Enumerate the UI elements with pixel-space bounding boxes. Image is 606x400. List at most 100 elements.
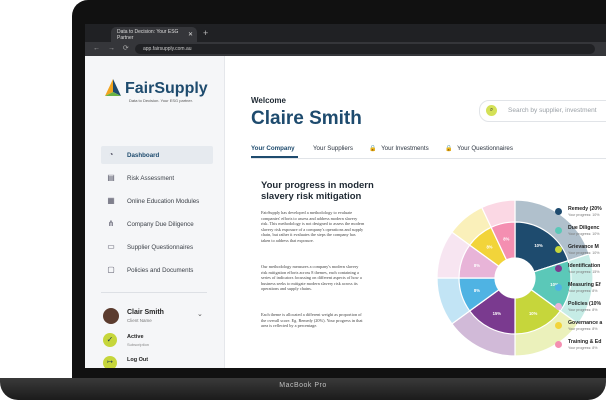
legend-swatch bbox=[555, 227, 562, 234]
close-icon[interactable]: ✕ bbox=[188, 31, 193, 38]
sidebar-item-label: Dashboard bbox=[127, 151, 160, 159]
status-label: Active bbox=[127, 334, 144, 340]
sidebar-item-label: Online Education Modules bbox=[127, 197, 200, 205]
tab-label: Your Investments bbox=[381, 145, 429, 152]
legend-item: Remedy (20% Your progress: 10% bbox=[555, 206, 606, 225]
legend-item: Grievance M Your progress: 10% bbox=[555, 244, 606, 263]
legend-sub: Your progress: 8% bbox=[568, 327, 598, 331]
tab-label: Your Suppliers bbox=[313, 145, 354, 152]
sidebar-menu: ◔ Dashboard ▤ Risk Assessment ▦ Online E… bbox=[101, 146, 213, 284]
url-field[interactable]: app.fairsupply.com.au bbox=[135, 44, 595, 54]
sidebar-item-questionnaires[interactable]: ▭ Supplier Questionnaires bbox=[101, 238, 213, 256]
active-tab-indicator bbox=[251, 156, 298, 158]
chart-data-label: 10% bbox=[529, 311, 538, 316]
logout-icon: ↦ bbox=[103, 356, 117, 368]
legend-swatch bbox=[555, 284, 562, 291]
legend-swatch bbox=[555, 265, 562, 272]
laptop-screen: Data to Decision: Your ESG Partner ✕ + ←… bbox=[85, 24, 606, 368]
sidebar-item-label: Company Due Diligence bbox=[127, 220, 194, 228]
browser-tabbar: Data to Decision: Your ESG Partner ✕ + bbox=[85, 24, 606, 42]
chart-legend: Remedy (20% Your progress: 10% Due Diligen… bbox=[555, 206, 606, 358]
sidebar-item-label: Policies and Documents bbox=[127, 266, 194, 274]
tab-your-investments[interactable]: 🔒 Your Investments bbox=[369, 145, 429, 152]
legend-sub: Your progress: 8% bbox=[568, 346, 598, 350]
legend-sub: Your progress: 10% bbox=[568, 232, 600, 236]
browser-tab-title: Data to Decision: Your ESG Partner bbox=[117, 28, 179, 41]
sidebar-item-dashboard[interactable]: ◔ Dashboard bbox=[101, 146, 213, 164]
new-tab-icon[interactable]: + bbox=[203, 28, 208, 38]
legend-sub: Your progress: 15% bbox=[568, 270, 600, 274]
chart-center bbox=[495, 258, 535, 298]
legend-swatch bbox=[555, 303, 562, 310]
status-sub: Subscription bbox=[127, 342, 150, 347]
chart-data-label: 15% bbox=[493, 311, 502, 316]
progress-title: Your progress in modern slavery risk mit… bbox=[261, 180, 374, 202]
legend-item: Measuring Ef Your progress: 8% bbox=[555, 282, 606, 301]
tab-your-company[interactable]: Your Company bbox=[251, 145, 295, 152]
device-model-label: MacBook Pro bbox=[279, 382, 327, 389]
lock-icon: 🔒 bbox=[445, 146, 453, 152]
sidebar-item-education-modules[interactable]: ▦ Online Education Modules bbox=[101, 192, 213, 210]
welcome-label: Welcome bbox=[251, 96, 286, 105]
tab-label: Your Company bbox=[251, 145, 295, 152]
fairsupply-logo-icon bbox=[105, 79, 121, 96]
legend-label: Remedy (20% bbox=[568, 206, 602, 212]
avatar[interactable] bbox=[103, 308, 119, 324]
sidebar-item-policies[interactable]: ▢ Policies and Documents bbox=[101, 261, 213, 279]
tab-your-questionnaires[interactable]: 🔒 Your Questionnaires bbox=[445, 145, 513, 152]
chart-data-label: 8% bbox=[474, 288, 480, 293]
legend-swatch bbox=[555, 208, 562, 215]
legend-label: Policies (10% bbox=[568, 301, 602, 307]
progress-paragraph: FairSupply has developed a methodology t… bbox=[261, 210, 365, 243]
logo-tagline: Data to Decision. Your ESG partner. bbox=[129, 98, 193, 103]
user-name: Clair Smith bbox=[127, 309, 164, 316]
search-input[interactable]: Search by supplier, investment bbox=[508, 107, 597, 114]
check-icon: ✓ bbox=[103, 333, 117, 347]
chart-data-label: 8% bbox=[503, 236, 509, 241]
legend-item: Policies (10% Your progress: 8% bbox=[555, 301, 606, 320]
grid-icon: ▦ bbox=[107, 196, 115, 205]
legend-swatch bbox=[555, 246, 562, 253]
search-box[interactable]: ⌕ Search by supplier, investment bbox=[479, 100, 606, 122]
laptop-base: MacBook Pro bbox=[0, 378, 606, 400]
sidebar-item-risk-assessment[interactable]: ▤ Risk Assessment bbox=[101, 169, 213, 187]
search-icon: ⌕ bbox=[486, 105, 497, 116]
legend-swatch bbox=[555, 322, 562, 329]
org-chart-icon: ⋔ bbox=[107, 219, 115, 228]
chevron-down-icon[interactable]: ⌄ bbox=[197, 310, 203, 318]
legend-label: Measuring Ef bbox=[568, 282, 601, 288]
legend-item: Governance a Your progress: 8% bbox=[555, 320, 606, 339]
browser-tab[interactable]: Data to Decision: Your ESG Partner ✕ bbox=[111, 27, 197, 42]
sidebar-item-due-diligence[interactable]: ⋔ Company Due Diligence bbox=[101, 215, 213, 233]
chart-data-label: 8% bbox=[486, 245, 492, 250]
legend-label: Governance a bbox=[568, 320, 603, 326]
chat-icon: ▭ bbox=[107, 242, 115, 251]
legend-item: Identification Your progress: 15% bbox=[555, 263, 606, 282]
legend-label: Due Diligenc bbox=[568, 225, 600, 231]
legend-sub: Your progress: 8% bbox=[568, 289, 598, 293]
page-title: Claire Smith bbox=[251, 108, 362, 129]
document-icon: ▢ bbox=[107, 265, 115, 274]
tab-label: Your Questionnaires bbox=[457, 145, 513, 152]
legend-swatch bbox=[555, 341, 562, 348]
tab-bar: Your Company Your Suppliers 🔒 Your Inves… bbox=[251, 142, 606, 159]
chart-data-label: 10% bbox=[534, 243, 543, 248]
logout-label: Log Out bbox=[127, 357, 149, 363]
legend-item: Training & Ed Your progress: 8% bbox=[555, 339, 606, 358]
sidebar-item-label: Risk Assessment bbox=[127, 174, 175, 182]
legend-label: Grievance M bbox=[568, 244, 599, 250]
sidebar: FairSupply Data to Decision. Your ESG pa… bbox=[85, 56, 225, 368]
table-icon: ▤ bbox=[107, 173, 115, 182]
legend-item: Due Diligenc Your progress: 10% bbox=[555, 225, 606, 244]
sidebar-divider bbox=[101, 292, 207, 293]
progress-paragraph: Each theme is allocated a different weig… bbox=[261, 312, 363, 329]
logo[interactable]: FairSupply Data to Decision. Your ESG pa… bbox=[103, 78, 208, 103]
legend-label: Training & Ed bbox=[568, 339, 602, 345]
gauge-icon: ◔ bbox=[108, 150, 114, 159]
tab-your-suppliers[interactable]: Your Suppliers bbox=[313, 145, 353, 152]
legend-sub: Your progress: 8% bbox=[568, 308, 598, 312]
progress-paragraph: Our methodology measures a company's mod… bbox=[261, 264, 362, 292]
main-content: Welcome Claire Smith ⌕ Search by supplie… bbox=[225, 56, 606, 368]
legend-sub: Your progress: 10% bbox=[568, 213, 600, 217]
lock-icon: 🔒 bbox=[369, 146, 377, 152]
